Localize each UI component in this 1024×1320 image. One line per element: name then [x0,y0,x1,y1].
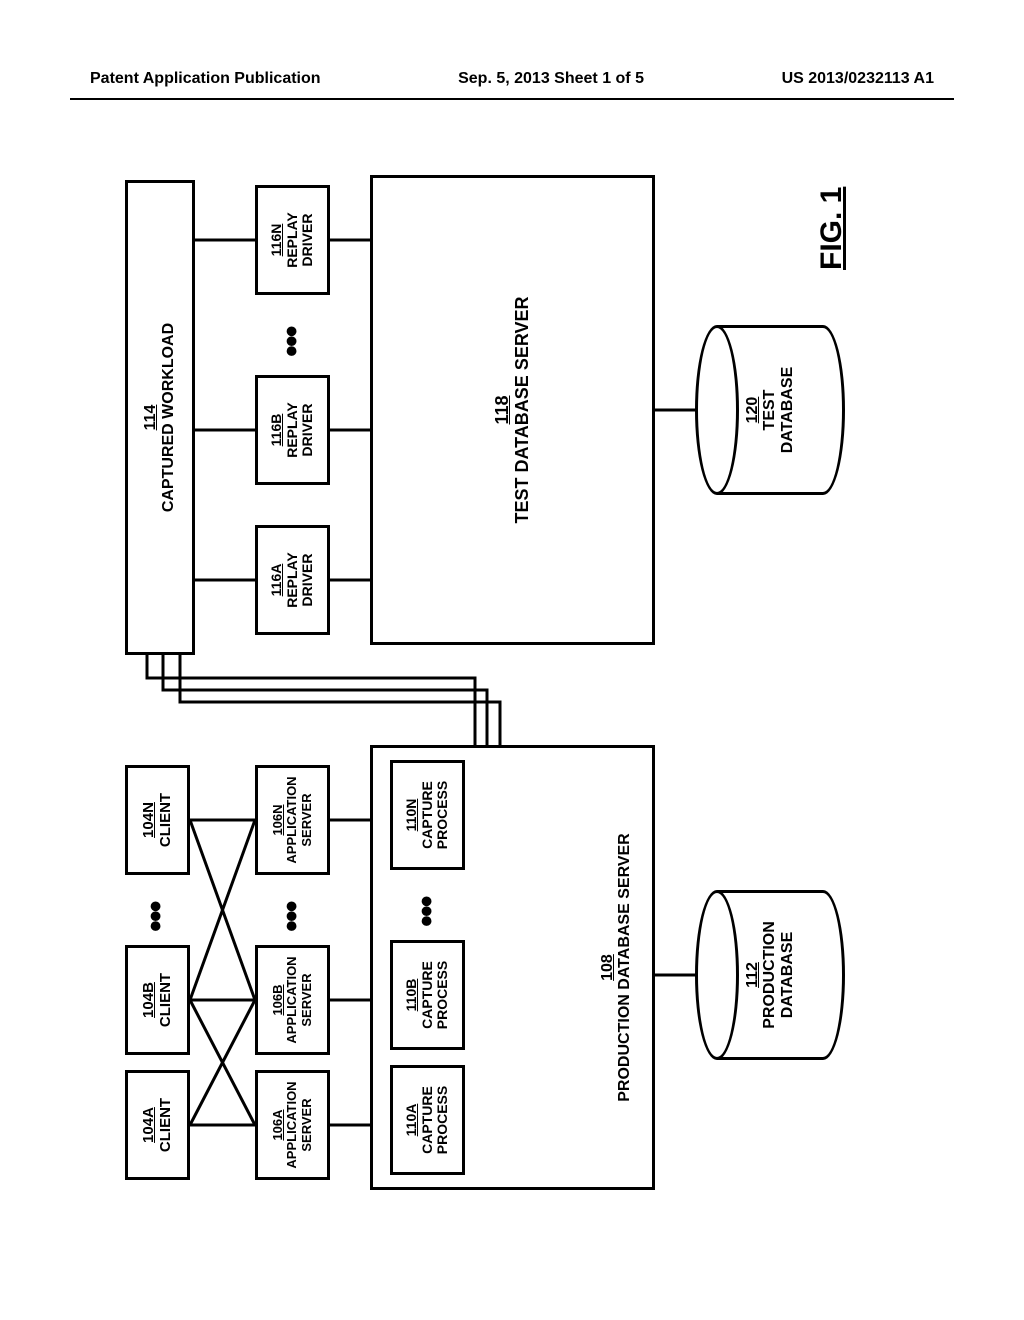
capture-n-l2: PROCESS [435,781,450,849]
header-right: US 2013/0232113 A1 [782,70,934,88]
replay-a-l1: REPLAY [285,552,300,608]
replay-a-ref: 116A [269,564,284,597]
capture-ellipsis: ••• [408,897,447,927]
client-a: 104A CLIENT [125,1070,190,1180]
client-b-ref: 104B [141,982,158,1018]
appserver-a-ref: 106A [271,1109,285,1140]
replay-n-l1: REPLAY [285,212,300,268]
capture-a: 110A CAPTURE PROCESS [390,1065,465,1175]
capture-a-ref: 110A [404,1104,419,1137]
test-db-l2: DATABASE [779,367,797,454]
capture-n: 110N CAPTURE PROCESS [390,760,465,870]
test-db-ref: 120 [744,397,762,424]
client-a-ref: 104A [141,1107,158,1143]
capture-a-l2: PROCESS [435,1086,450,1154]
appserver-n-l1: APPLICATION [285,776,299,863]
figure-label: FIG. 1 [815,187,849,270]
captured-workload-ref: 114 [142,405,160,431]
appserver-b-l2: SERVER [300,973,314,1026]
appserver-n-ref: 106N [271,804,285,835]
replay-ellipsis: ••• [273,327,312,357]
production-db-server-label: PRODUCTION DATABASE SERVER [616,833,634,1101]
client-n: 104N CLIENT [125,765,190,875]
header-center: Sep. 5, 2013 Sheet 1 of 5 [458,70,644,88]
test-database: 120 TEST DATABASE [695,325,845,495]
replay-a: 116A REPLAY DRIVER [255,525,330,635]
replay-a-l2: DRIVER [300,554,315,607]
appserver-b-l1: APPLICATION [285,956,299,1043]
replay-b-ref: 116B [269,414,284,447]
appserver-a-l1: APPLICATION [285,1081,299,1168]
production-database: 112 PRODUCTION DATABASE [695,890,845,1060]
client-n-label: CLIENT [158,793,175,847]
production-db-server-ref: 108 [599,954,617,981]
replay-b-l1: REPLAY [285,402,300,458]
test-db-server: 118 TEST DATABASE SERVER [370,175,655,645]
production-db-ref: 112 [744,962,762,988]
appserver-n: 106N APPLICATION SERVER [255,765,330,875]
production-db-l1: PRODUCTION [761,921,779,1029]
test-db-server-label: TEST DATABASE SERVER [513,296,533,523]
appserver-a: 106A APPLICATION SERVER [255,1070,330,1180]
capture-b-ref: 110B [404,979,419,1012]
test-db-server-ref: 118 [493,395,513,424]
replay-b: 116B REPLAY DRIVER [255,375,330,485]
figure: 104A CLIENT 104B CLIENT ••• 104N CLIENT … [95,150,895,1200]
replay-n-l2: DRIVER [300,214,315,267]
page-header: Patent Application Publication Sep. 5, 2… [0,70,1024,88]
capture-b-l2: PROCESS [435,961,450,1029]
capture-a-l1: CAPTURE [420,1086,435,1154]
replay-b-l2: DRIVER [300,404,315,457]
header-rule [70,98,954,100]
capture-n-ref: 110N [404,799,419,832]
captured-workload-label: CAPTURED WORKLOAD [160,323,178,512]
capture-b: 110B CAPTURE PROCESS [390,940,465,1050]
client-b: 104B CLIENT [125,945,190,1055]
capture-b-l1: CAPTURE [420,961,435,1029]
clients-ellipsis: ••• [137,902,176,932]
captured-workload: 114 CAPTURED WORKLOAD [125,180,195,655]
appservers-ellipsis: ••• [273,902,312,932]
client-n-ref: 104N [141,802,158,838]
test-db-l1: TEST [761,390,779,431]
header-left: Patent Application Publication [90,70,321,88]
client-a-label: CLIENT [158,1098,175,1152]
appserver-b-ref: 106B [271,984,285,1015]
client-b-label: CLIENT [158,973,175,1027]
production-db-l2: DATABASE [779,932,797,1019]
replay-n-ref: 116N [269,224,284,257]
appserver-n-l2: SERVER [300,793,314,846]
appserver-a-l2: SERVER [300,1098,314,1151]
appserver-b: 106B APPLICATION SERVER [255,945,330,1055]
replay-n: 116N REPLAY DRIVER [255,185,330,295]
capture-n-l1: CAPTURE [420,781,435,849]
